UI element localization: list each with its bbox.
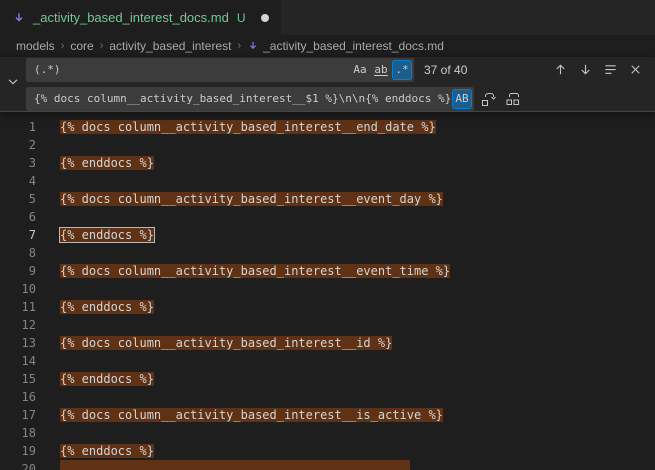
unsaved-changes-dot[interactable] <box>261 14 269 22</box>
results-count: 37 of 40 <box>424 63 467 77</box>
markdown-file-icon <box>247 40 259 52</box>
line-text <box>60 460 410 470</box>
code-line[interactable]: 3 {% enddocs %} <box>0 154 655 172</box>
replace-all-button[interactable] <box>501 87 524 110</box>
line-number: 13 <box>0 334 36 352</box>
code-line[interactable]: 6 <box>0 208 655 226</box>
breadcrumb-models[interactable]: models <box>16 39 55 53</box>
line-number: 1 <box>0 118 36 136</box>
find-in-selection-button[interactable] <box>599 58 622 81</box>
breadcrumb-filename: _activity_based_interest_docs.md <box>263 39 444 53</box>
line-number: 20 <box>0 460 36 470</box>
line-number: 8 <box>0 244 36 262</box>
line-text: {% docs column__activity_based_interest_… <box>60 120 436 134</box>
line-text: {% enddocs %} <box>60 300 154 314</box>
chevron-down-icon <box>6 75 20 94</box>
code-line[interactable]: 15 {% enddocs %} <box>0 370 655 388</box>
regex-toggle[interactable]: .* <box>392 60 412 80</box>
whole-word-toggle[interactable]: ab <box>371 60 391 80</box>
code-line[interactable]: 19 {% enddocs %} <box>0 442 655 460</box>
next-match-button[interactable] <box>574 58 597 81</box>
breadcrumb-activity-based-interest[interactable]: activity_based_interest <box>109 39 231 53</box>
line-number: 19 <box>0 442 36 460</box>
line-text: {% docs column__activity_based_interest_… <box>60 192 443 206</box>
code-line[interactable]: 7 {% enddocs %} <box>0 226 655 244</box>
code-line[interactable]: 20 <box>0 460 655 470</box>
line-number: 16 <box>0 388 36 406</box>
code-line[interactable]: 13 {% docs column__activity_based_intere… <box>0 334 655 352</box>
breadcrumb-file[interactable]: _activity_based_interest_docs.md <box>247 39 444 53</box>
line-text: {% enddocs %} <box>60 228 154 242</box>
tab-bar: _activity_based_interest_docs.md U <box>0 0 655 35</box>
chevron-right-icon: › <box>100 40 104 52</box>
code-line[interactable]: 4 <box>0 172 655 190</box>
toggle-replace-button[interactable] <box>0 57 26 111</box>
replace-value: {% docs column__activity_based_interest_… <box>34 92 451 105</box>
code-line[interactable]: 17 {% docs column__activity_based_intere… <box>0 406 655 424</box>
line-number: 6 <box>0 208 36 226</box>
line-text: {% docs column__activity_based_interest_… <box>60 264 450 278</box>
code-line[interactable]: 8 <box>0 244 655 262</box>
line-text: {% docs column__activity_based_interest_… <box>60 408 443 422</box>
line-text: {% docs column__activity_based_interest_… <box>60 336 392 350</box>
find-widget: (.*) Aa ab .* 37 of 40 <box>0 57 655 112</box>
line-number: 3 <box>0 154 36 172</box>
find-input[interactable]: (.*) Aa ab .* <box>26 58 414 82</box>
editor-tab[interactable]: _activity_based_interest_docs.md U <box>0 0 281 35</box>
breadcrumb: models › core › activity_based_interest … <box>0 35 655 57</box>
line-number: 10 <box>0 280 36 298</box>
preserve-case-toggle[interactable]: AB <box>452 89 472 109</box>
editor-pane: (.*) Aa ab .* 37 of 40 <box>0 57 655 470</box>
code-line[interactable]: 9 {% docs column__activity_based_interes… <box>0 262 655 280</box>
line-number: 17 <box>0 406 36 424</box>
code-line[interactable]: 16 <box>0 388 655 406</box>
line-text: {% enddocs %} <box>60 444 154 458</box>
code-line[interactable]: 18 <box>0 424 655 442</box>
line-text: {% enddocs %} <box>60 156 154 170</box>
tab-filename: _activity_based_interest_docs.md <box>33 10 229 25</box>
previous-match-button[interactable] <box>549 58 572 81</box>
close-find-button[interactable] <box>624 58 647 81</box>
code-line[interactable]: 1 {% docs column__activity_based_interes… <box>0 118 655 136</box>
code-area[interactable]: 1 {% docs column__activity_based_interes… <box>0 118 655 470</box>
chevron-right-icon: › <box>237 40 241 52</box>
code-line[interactable]: 10 <box>0 280 655 298</box>
code-line[interactable]: 14 <box>0 352 655 370</box>
match-case-toggle[interactable]: Aa <box>350 60 370 80</box>
code-line[interactable]: 11 {% enddocs %} <box>0 298 655 316</box>
code-line[interactable]: 12 <box>0 316 655 334</box>
line-number: 11 <box>0 298 36 316</box>
replace-input[interactable]: {% docs column__activity_based_interest_… <box>26 87 474 111</box>
breadcrumb-core[interactable]: core <box>70 39 93 53</box>
find-value: (.*) <box>34 63 349 76</box>
git-status-badge: U <box>237 11 246 25</box>
replace-button[interactable] <box>476 87 499 110</box>
line-number: 4 <box>0 172 36 190</box>
line-number: 5 <box>0 190 36 208</box>
line-number: 7 <box>0 226 36 244</box>
line-number: 18 <box>0 424 36 442</box>
markdown-file-icon <box>12 11 26 25</box>
line-number: 9 <box>0 262 36 280</box>
chevron-right-icon: › <box>61 40 65 52</box>
line-number: 2 <box>0 136 36 154</box>
line-number: 12 <box>0 316 36 334</box>
code-line[interactable]: 2 <box>0 136 655 154</box>
line-number: 15 <box>0 370 36 388</box>
line-number: 14 <box>0 352 36 370</box>
line-text: {% enddocs %} <box>60 372 154 386</box>
code-line[interactable]: 5 {% docs column__activity_based_interes… <box>0 190 655 208</box>
